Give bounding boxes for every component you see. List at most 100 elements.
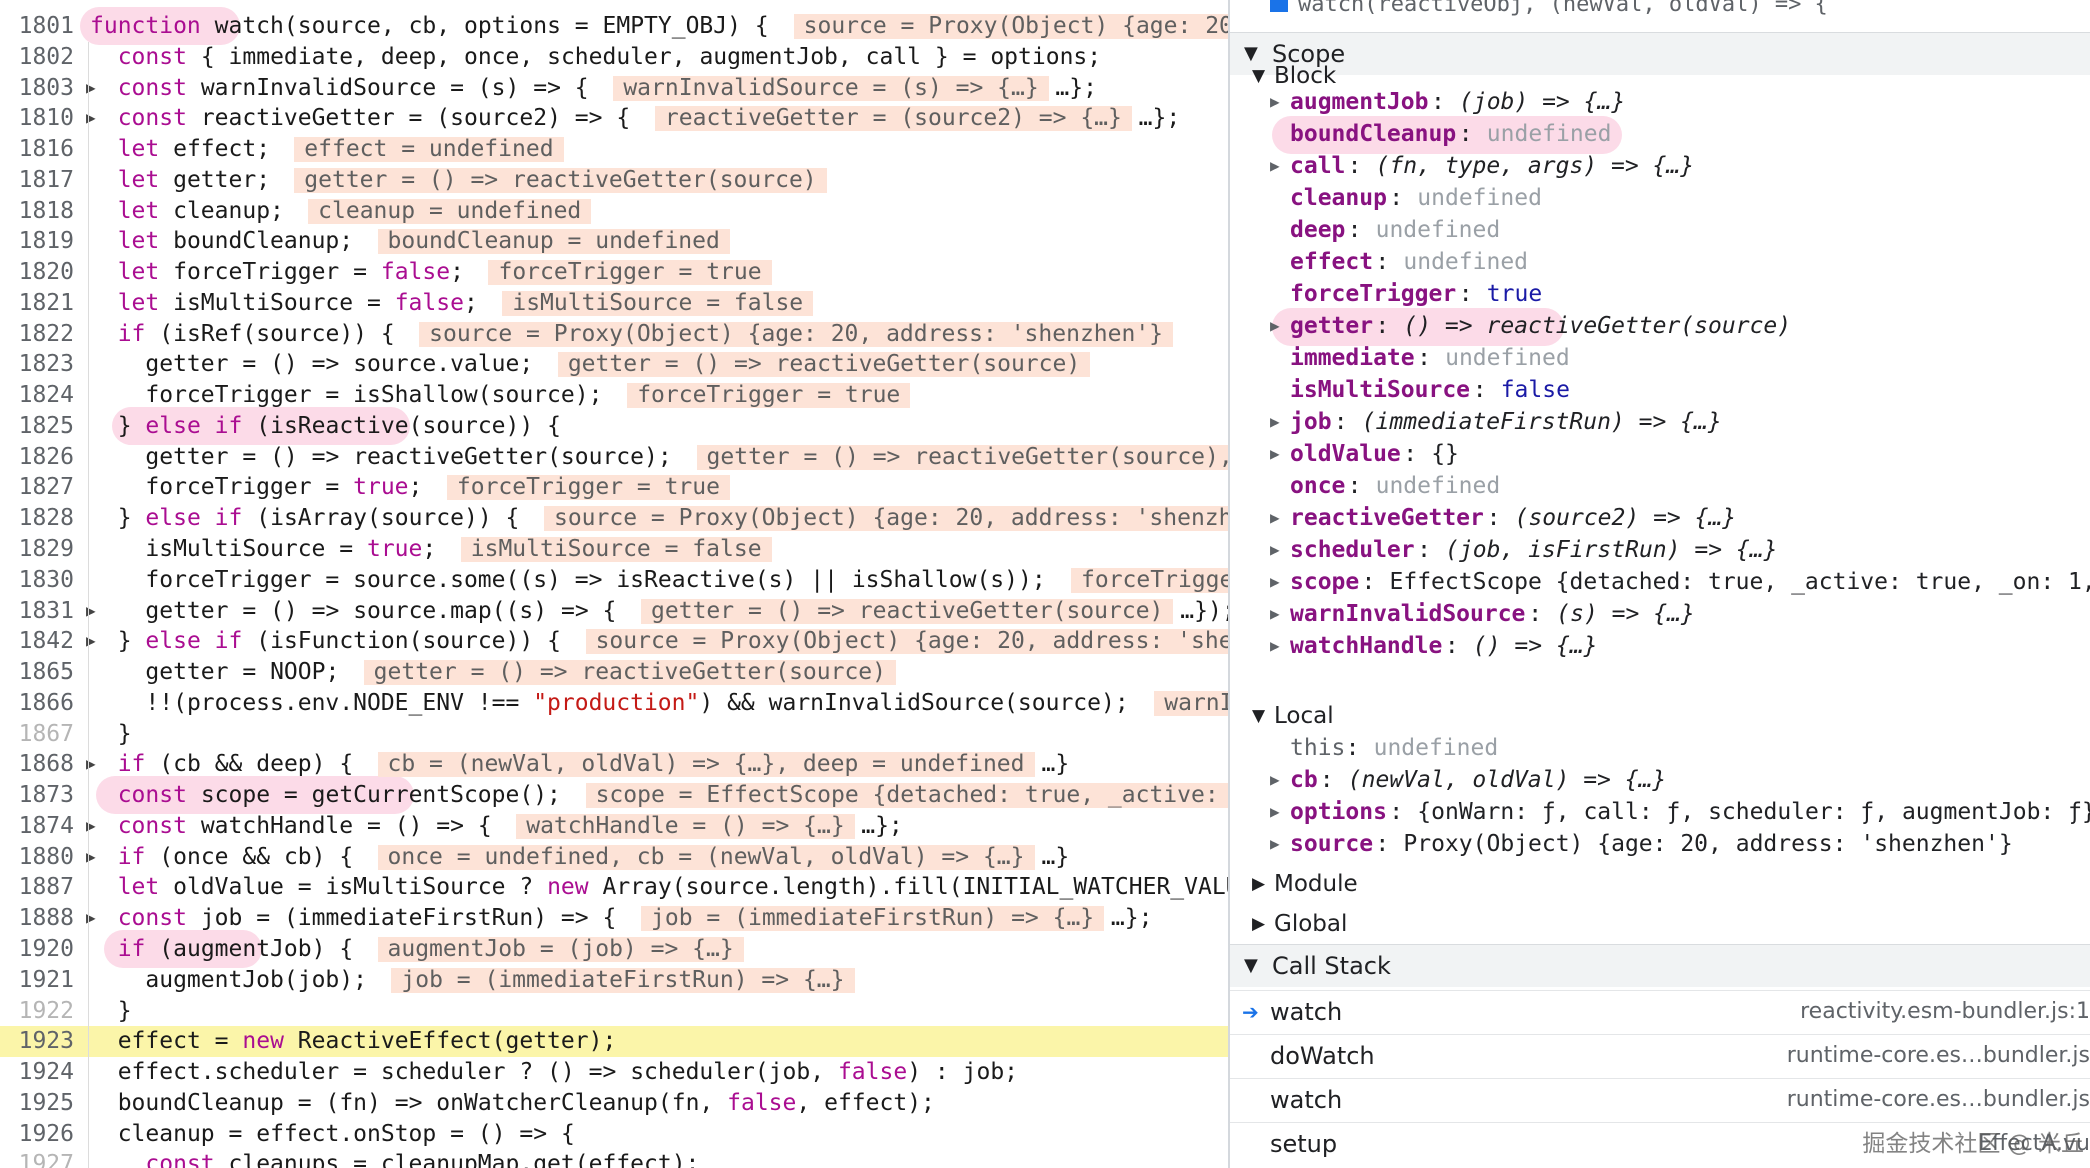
inline-value-badge[interactable]: getter = () => reactiveGetter(source) bbox=[363, 660, 897, 686]
line-number[interactable]: 1810 bbox=[0, 103, 74, 134]
code-line[interactable]: 1819 let boundCleanup; boundCleanup = und… bbox=[0, 226, 1228, 258]
line-number[interactable]: 1925 bbox=[0, 1088, 74, 1119]
code-line[interactable]: 1920 if (augmentJob) {augmentJob = (job)… bbox=[0, 933, 1228, 965]
inline-value-badge[interactable]: source = Proxy(Object) {age: 20, bbox=[793, 14, 1228, 39]
code-line[interactable]: 1925 boundCleanup = (fn) => onWatcherCle… bbox=[0, 1087, 1228, 1119]
line-number[interactable]: 1887 bbox=[0, 872, 74, 903]
watch-expression-row[interactable]: watch(reactiveObj, (newVal, oldVal) => { bbox=[1230, 0, 2090, 18]
frame-location[interactable]: runtime-core.es…bundler.js bbox=[1787, 1079, 2090, 1121]
line-number[interactable]: 1873 bbox=[0, 780, 74, 811]
inline-value-badge[interactable]: getter = () => reactiveGetter(source) bbox=[294, 167, 827, 193]
line-number[interactable]: 1880 bbox=[0, 842, 74, 873]
line-number[interactable]: 1820 bbox=[0, 257, 74, 288]
code-line[interactable]: 1828 } else if (isArray(source)) {source… bbox=[0, 503, 1228, 535]
code-line[interactable]: 1830 forceTrigger = source.some((s) => i… bbox=[0, 564, 1228, 596]
line-number[interactable]: 1866 bbox=[0, 688, 74, 719]
line-number[interactable]: 1816 bbox=[0, 134, 74, 165]
inline-value-badge[interactable]: forceTrigger = true bbox=[446, 475, 730, 501]
code-line[interactable]: 1831 ▶ getter = () => source.map((s) => {… bbox=[0, 595, 1228, 627]
line-number[interactable]: 1874 bbox=[0, 811, 74, 842]
frame-location[interactable]: reactivity.esm-bundler.js:1 bbox=[1800, 991, 2090, 1033]
code-line[interactable]: 1816 let effect; effect = undefined bbox=[0, 134, 1228, 165]
code-line[interactable]: 1817 let getter; getter = () => reactiveG… bbox=[0, 164, 1228, 196]
inline-value-badge[interactable]: forceTrigger = true bbox=[488, 260, 772, 286]
call-stack-frame[interactable]: watch runtime-core.es…bundler.js bbox=[1230, 1078, 2090, 1121]
line-number[interactable]: 1923 bbox=[0, 1026, 74, 1057]
code-line[interactable]: 1922 } bbox=[0, 995, 1228, 1027]
expand-arrow-icon[interactable]: ▶ bbox=[1270, 764, 1280, 796]
call-stack-frame[interactable]: doWatch runtime-core.es…bundler.js bbox=[1230, 1034, 2090, 1077]
expand-arrow-icon[interactable]: ▶ bbox=[1270, 310, 1280, 342]
code-line[interactable]: 1874 ▶ const watchHandle = () => {watchHa… bbox=[0, 810, 1228, 842]
call-stack-frame[interactable]: ➔ watch reactivity.esm-bundler.js:1 bbox=[1230, 990, 2090, 1033]
inline-value-badge[interactable]: job = (immediateFirstRun) => {…} bbox=[391, 967, 855, 993]
line-number[interactable]: 1801 bbox=[0, 11, 74, 42]
inline-value-badge[interactable]: cleanup = undefined bbox=[308, 198, 592, 224]
line-number[interactable]: 1922 bbox=[0, 996, 74, 1027]
inline-value-badge[interactable]: isMultiSource = false bbox=[460, 537, 772, 563]
code-editor[interactable]: 1801 function watch(source, cb, options =… bbox=[0, 0, 1228, 1168]
code-line[interactable]: 1803 ▶ const warnInvalidSource = (s) => {… bbox=[0, 72, 1228, 104]
inline-value-badge[interactable]: source = Proxy(Object) {age: 20, address… bbox=[585, 629, 1228, 655]
code-line[interactable]: 1801 function watch(source, cb, options =… bbox=[0, 11, 1228, 42]
line-number[interactable]: 1831 bbox=[0, 596, 74, 627]
inline-value-badge[interactable]: augmentJob = (job) => {…} bbox=[377, 936, 744, 962]
line-number[interactable]: 1842 bbox=[0, 626, 74, 657]
code-line[interactable]: 1824 forceTrigger = isShallow(source); fo… bbox=[0, 380, 1228, 411]
code-line[interactable]: 1825 } else if (isReactive(source)) { bbox=[0, 410, 1228, 442]
code-line[interactable]: 1818 let cleanup; cleanup = undefined bbox=[0, 195, 1228, 227]
code-line[interactable]: 1873 const scope = getCurrentScope(); sco… bbox=[0, 780, 1228, 811]
line-number[interactable]: 1825 bbox=[0, 411, 74, 442]
line-number[interactable]: 1828 bbox=[0, 503, 74, 534]
inline-value-badge[interactable]: once = undefined, cb = (newVal, oldVal) … bbox=[377, 844, 1035, 870]
code-line[interactable]: 1829 isMultiSource = true; isMultiSource … bbox=[0, 534, 1228, 565]
code-line[interactable]: 1867 } bbox=[0, 718, 1228, 750]
expand-arrow-icon[interactable]: ▶ bbox=[1270, 796, 1280, 828]
inline-value-badge[interactable]: effect = undefined bbox=[294, 137, 564, 163]
line-number[interactable]: 1802 bbox=[0, 42, 74, 73]
line-number[interactable]: 1927 bbox=[0, 1149, 74, 1168]
inline-value-badge[interactable]: source = Proxy(Object) {age: 20, address… bbox=[543, 506, 1228, 532]
code-line[interactable]: 1821 let isMultiSource = false; isMultiSo… bbox=[0, 287, 1228, 319]
expand-arrow-icon[interactable]: ▶ bbox=[1270, 86, 1280, 118]
code-line[interactable]: 1926 cleanup = effect.onStop = () => { bbox=[0, 1118, 1228, 1150]
code-line[interactable]: 1924 effect.scheduler = scheduler ? () =… bbox=[0, 1057, 1228, 1088]
line-number[interactable]: 1819 bbox=[0, 226, 74, 257]
checkbox-icon[interactable] bbox=[1270, 0, 1288, 12]
code-line[interactable]: 1827 forceTrigger = true; forceTrigger = … bbox=[0, 472, 1228, 504]
expand-arrow-icon[interactable]: ▶ bbox=[1270, 406, 1280, 438]
line-number[interactable]: 1865 bbox=[0, 657, 74, 688]
code-line[interactable]: 1927 const cleanups = cleanupMap.get(eff… bbox=[0, 1149, 1228, 1168]
line-number[interactable]: 1803 bbox=[0, 73, 74, 104]
inline-value-badge[interactable]: warnInvalidSource = (s) => {…} bbox=[613, 75, 1049, 101]
inline-value-badge[interactable]: isMultiSource = false bbox=[502, 290, 814, 316]
expand-arrow-icon[interactable]: ▶ bbox=[1270, 534, 1280, 566]
scope-section-header[interactable]: ▼ Scope bbox=[1230, 32, 2090, 75]
line-number[interactable]: 1823 bbox=[0, 349, 74, 380]
line-number[interactable]: 1888 bbox=[0, 903, 74, 934]
inline-value-badge[interactable]: watchHandle = () => {…} bbox=[516, 813, 855, 839]
line-number[interactable]: 1817 bbox=[0, 165, 74, 196]
inline-value-badge[interactable]: scope = EffectScope {detached: true, _ac… bbox=[585, 783, 1228, 809]
inline-value-badge[interactable]: boundCleanup = undefined bbox=[377, 229, 730, 255]
expand-arrow-icon[interactable]: ▶ bbox=[1270, 150, 1280, 182]
line-number[interactable]: 1818 bbox=[0, 196, 74, 227]
code-line[interactable]: 1842 ▶ } else if (isFunction(source)) {so… bbox=[0, 626, 1228, 658]
inline-value-badge[interactable]: forceTrigger bbox=[1071, 567, 1228, 593]
code-line[interactable]: 1810 ▶ const reactiveGetter = (source2) =… bbox=[0, 103, 1228, 135]
line-number[interactable]: 1822 bbox=[0, 319, 74, 350]
frame-location[interactable]: runtime-core.es…bundler.js bbox=[1787, 1035, 2090, 1077]
line-number[interactable]: 1867 bbox=[0, 719, 74, 750]
line-number[interactable]: 1924 bbox=[0, 1057, 74, 1088]
line-number[interactable]: 1926 bbox=[0, 1119, 74, 1150]
line-number[interactable]: 1821 bbox=[0, 288, 74, 319]
code-line[interactable]: 1822 if (isRef(source)) {source = Proxy(… bbox=[0, 318, 1228, 350]
line-number[interactable]: 1921 bbox=[0, 965, 74, 996]
callstack-section-header[interactable]: ▼ Call Stack bbox=[1230, 944, 2090, 987]
inline-value-badge[interactable]: job = (immediateFirstRun) => {…} bbox=[641, 906, 1105, 932]
expand-arrow-icon[interactable]: ▶ bbox=[1270, 630, 1280, 662]
code-line[interactable]: 1868 ▶ if (cb && deep) {cb = (newVal, old… bbox=[0, 749, 1228, 781]
line-number[interactable]: 1824 bbox=[0, 380, 74, 411]
line-number[interactable]: 1827 bbox=[0, 472, 74, 503]
expand-arrow-icon[interactable]: ▶ bbox=[1270, 502, 1280, 534]
